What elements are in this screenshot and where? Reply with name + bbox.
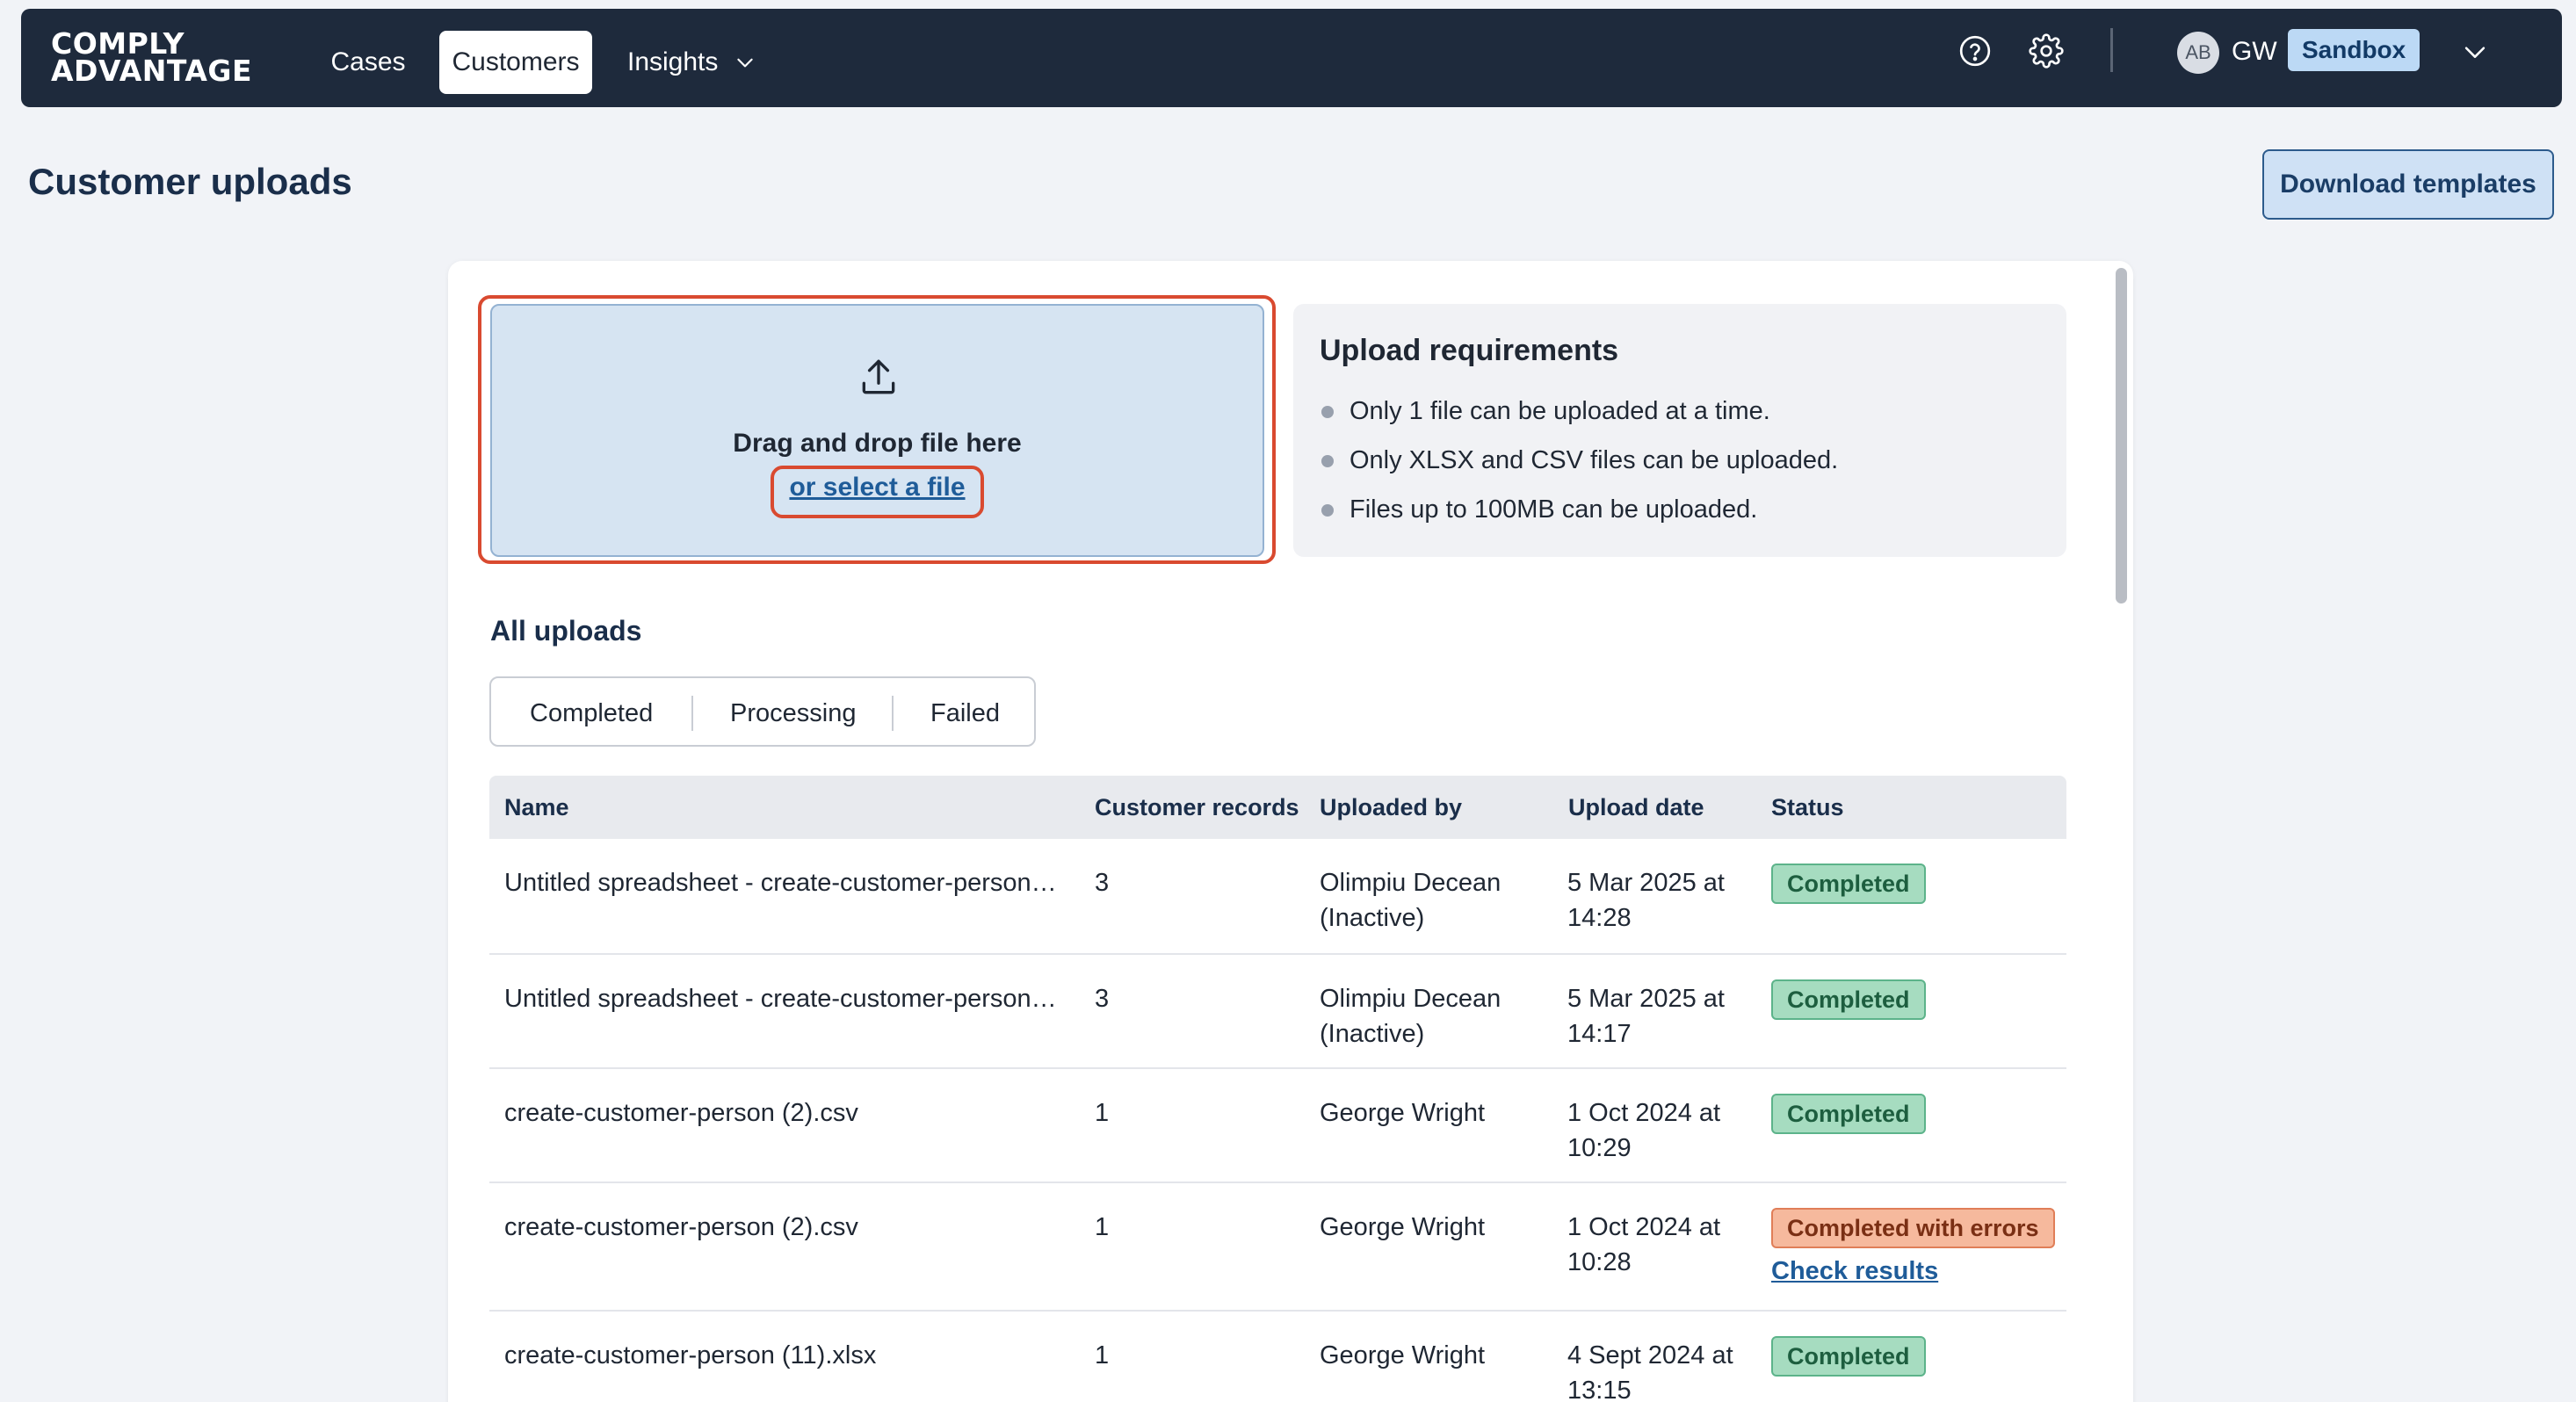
- upload-date: 5 Mar 2025 at 14:28: [1567, 865, 1769, 936]
- select-link-highlight-outline: [771, 466, 984, 518]
- requirement-item: Only XLSX and CSV files can be uploaded.: [1321, 446, 1838, 475]
- upload-date-time: 14:17: [1567, 1020, 1632, 1048]
- logo-line2: ADVANTAGE: [51, 54, 253, 88]
- upload-date-day: 4 Sept 2024 at: [1567, 1341, 1733, 1369]
- filter-divider: [691, 696, 693, 731]
- record-count: 3: [1095, 985, 1110, 1013]
- upload-icon: [862, 359, 895, 394]
- environment-badge: Sandbox: [2288, 29, 2420, 71]
- upload-date-time: 10:28: [1567, 1248, 1632, 1276]
- uploaded-by: George Wright: [1320, 1338, 1548, 1373]
- logo[interactable]: COMPLY ADVANTAGE: [51, 29, 253, 88]
- chevron-down-icon: [737, 58, 754, 68]
- page-title: Customer uploads: [28, 161, 352, 202]
- upload-date: 4 Sept 2024 at 13:15: [1567, 1338, 1769, 1402]
- uploader-name: Olimpiu Decean: [1320, 869, 1501, 897]
- gear-icon[interactable]: [2029, 33, 2064, 69]
- status-badge: Completed: [1771, 979, 1926, 1020]
- upload-date: 1 Oct 2024 at 10:29: [1567, 1095, 1769, 1166]
- upload-date: 1 Oct 2024 at 10:28: [1567, 1210, 1769, 1280]
- upload-date-time: 14:28: [1567, 904, 1632, 932]
- record-count: 3: [1095, 869, 1110, 897]
- requirements-title: Upload requirements: [1320, 334, 1619, 367]
- check-results-link[interactable]: Check results: [1771, 1257, 1938, 1286]
- uploaded-by: Olimpiu Decean (Inactive): [1320, 865, 1548, 936]
- filter-divider: [892, 696, 894, 731]
- record-count: 1: [1095, 1213, 1110, 1241]
- file-name: create-customer-person (2).csv: [504, 1213, 858, 1241]
- uploaded-by: George Wright: [1320, 1210, 1548, 1245]
- file-name: Untitled spreadsheet - create-customer-p…: [504, 985, 1057, 1013]
- dropzone-title: Drag and drop file here: [733, 429, 1022, 458]
- status-badge: Completed: [1771, 864, 1926, 904]
- nav-customers[interactable]: Customers: [439, 31, 592, 94]
- table-row[interactable]: create-customer-person (2).csv 1 George …: [489, 1069, 2066, 1183]
- uploader-name: George Wright: [1320, 1341, 1486, 1369]
- upload-date-time: 10:29: [1567, 1134, 1632, 1162]
- filter-completed[interactable]: Completed: [530, 699, 653, 728]
- requirement-item: Only 1 file can be uploaded at a time.: [1321, 397, 1770, 426]
- table-row[interactable]: Untitled spreadsheet - create-customer-p…: [489, 955, 2066, 1069]
- all-uploads-title: All uploads: [490, 615, 642, 647]
- record-count: 1: [1095, 1099, 1110, 1127]
- column-header-upload-date: Upload date: [1568, 794, 1704, 820]
- status-badge-error: Completed with errors: [1771, 1208, 2055, 1248]
- uploaded-by: George Wright: [1320, 1095, 1548, 1131]
- record-count: 1: [1095, 1341, 1110, 1369]
- file-name: create-customer-person (2).csv: [504, 1099, 858, 1127]
- requirement-item: Files up to 100MB can be uploaded.: [1321, 495, 1757, 524]
- column-header-name: Name: [504, 794, 569, 820]
- filter-processing[interactable]: Processing: [730, 699, 856, 728]
- upload-date: 5 Mar 2025 at 14:17: [1567, 981, 1769, 1052]
- bullet-icon: [1321, 454, 1334, 467]
- bullet-icon: [1321, 405, 1334, 418]
- nav-divider: [2110, 28, 2113, 72]
- table-row[interactable]: Untitled spreadsheet - create-customer-p…: [489, 839, 2066, 955]
- download-templates-button[interactable]: Download templates: [2262, 149, 2554, 220]
- column-header-status: Status: [1771, 794, 1844, 820]
- bullet-icon: [1321, 503, 1334, 517]
- uploaded-by: Olimpiu Decean (Inactive): [1320, 981, 1548, 1052]
- upload-date-day: 5 Mar 2025 at: [1567, 869, 1725, 897]
- nav-insights-label: Insights: [627, 47, 719, 76]
- nav-cases[interactable]: Cases: [315, 31, 421, 94]
- uploader-status: (Inactive): [1320, 904, 1425, 932]
- uploader-status: (Inactive): [1320, 1020, 1425, 1048]
- requirement-text: Only XLSX and CSV files can be uploaded.: [1350, 446, 1839, 474]
- scrollbar-thumb[interactable]: [2116, 268, 2127, 603]
- file-name: Untitled spreadsheet - create-customer-p…: [504, 869, 1057, 897]
- help-icon[interactable]: [1957, 33, 1993, 69]
- user-menu-chevron-icon[interactable]: [2460, 37, 2490, 67]
- status-filter-group: Completed Processing Failed: [489, 676, 1036, 747]
- file-name: create-customer-person (11).xlsx: [504, 1341, 877, 1369]
- filter-failed[interactable]: Failed: [930, 699, 1000, 728]
- requirement-text: Only 1 file can be uploaded at a time.: [1350, 397, 1770, 425]
- upload-date-day: 1 Oct 2024 at: [1567, 1213, 1721, 1241]
- user-initials[interactable]: GW: [2232, 37, 2277, 67]
- table-row[interactable]: create-customer-person (11).xlsx 1 Georg…: [489, 1312, 2066, 1402]
- upload-date-time: 13:15: [1567, 1377, 1632, 1402]
- uploader-name: George Wright: [1320, 1099, 1486, 1127]
- column-header-uploaded-by: Uploaded by: [1320, 794, 1463, 820]
- upload-date-day: 1 Oct 2024 at: [1567, 1099, 1721, 1127]
- avatar[interactable]: AB: [2177, 32, 2219, 74]
- status-badge: Completed: [1771, 1336, 1926, 1377]
- upload-date-day: 5 Mar 2025 at: [1567, 985, 1725, 1013]
- status-badge: Completed: [1771, 1094, 1926, 1134]
- requirement-text: Files up to 100MB can be uploaded.: [1350, 495, 1758, 524]
- column-header-records: Customer records: [1095, 794, 1299, 820]
- nav-insights[interactable]: Insights: [627, 31, 785, 94]
- table-row[interactable]: create-customer-person (2).csv 1 George …: [489, 1183, 2066, 1312]
- uploader-name: Olimpiu Decean: [1320, 985, 1501, 1013]
- uploader-name: George Wright: [1320, 1213, 1486, 1241]
